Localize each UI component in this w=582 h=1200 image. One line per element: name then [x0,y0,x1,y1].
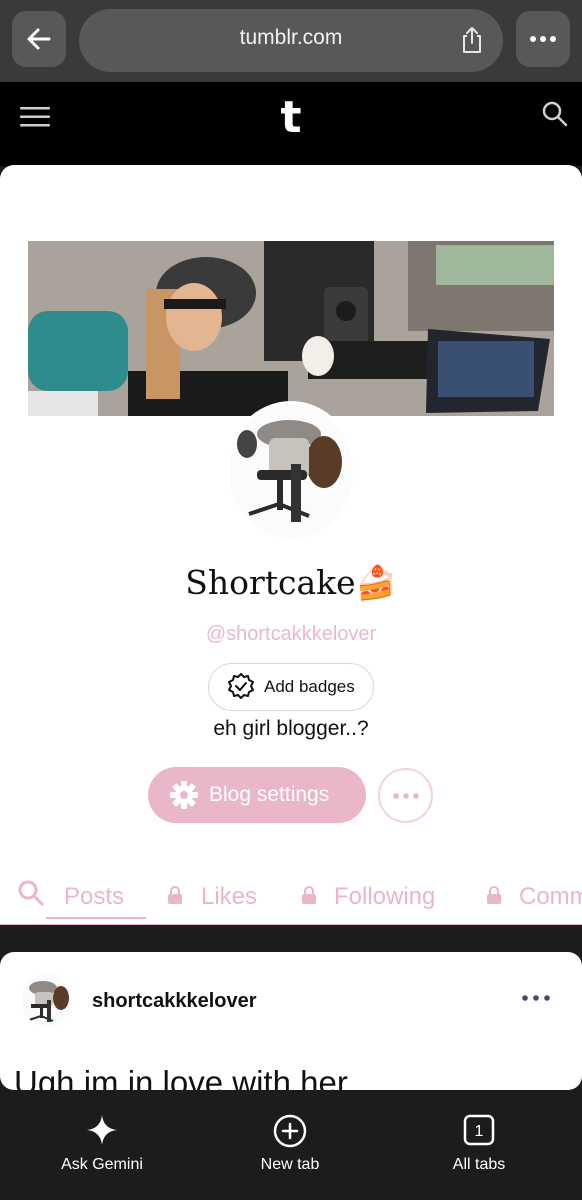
hamburger-menu-icon[interactable] [20,106,50,128]
tab-posts[interactable]: Posts [64,883,124,911]
all-tabs-button[interactable]: 1 All tabs [399,1090,559,1190]
blog-description: eh girl blogger..? [213,717,369,740]
post-author-avatar[interactable] [21,974,73,1026]
blog-settings-button[interactable]: Blog settings [148,767,366,823]
blog-tabs: Posts Likes Following Comm [0,871,582,925]
arrow-left-icon [27,28,51,50]
gear-icon [170,781,198,809]
more-horizontal-icon [530,36,556,42]
new-tab-button[interactable]: New tab [210,1090,370,1190]
ask-gemini-button[interactable]: Ask Gemini [22,1090,182,1190]
tab-likes[interactable]: Likes [201,883,257,911]
badge-icon [228,673,254,699]
lock-icon [487,886,501,904]
plus-circle-icon [273,1114,307,1148]
blog-settings-label: Blog settings [209,783,330,806]
tab-following[interactable]: Following [334,883,435,911]
search-icon[interactable] [541,100,569,128]
header-banner-image [28,241,554,416]
back-button[interactable] [12,11,66,67]
tumblr-header: t [0,82,582,166]
search-icon[interactable] [17,879,45,907]
more-horizontal-icon[interactable] [522,995,550,1001]
browser-toolbar: tumblr.com [0,0,582,82]
lock-icon [168,886,182,904]
post-body-text: Ugh im in love with her [14,1064,348,1090]
more-horizontal-icon [392,792,419,799]
lock-icon [302,886,316,904]
add-badges-button[interactable]: Add badges [208,663,374,711]
tabs-count-icon: 1 [463,1114,495,1146]
blog-handle: @shortcakkkelover [205,623,377,645]
ask-gemini-label: Ask Gemini [61,1156,143,1173]
url-text: tumblr.com [239,26,343,49]
browser-more-button[interactable] [516,11,570,67]
profile-more-button[interactable] [378,768,433,823]
browser-bottom-toolbar: Ask Gemini New tab 1 All tabs [0,1090,582,1200]
active-tab-indicator [46,917,146,919]
post-card: shortcakkkelover Ugh im in love with her [0,952,582,1090]
all-tabs-label: All tabs [452,1156,506,1173]
tab-count-text: 1 [475,1123,484,1140]
share-icon[interactable] [459,25,485,55]
post-author-name[interactable]: shortcakkkelover [92,990,257,1013]
blog-avatar[interactable] [226,401,356,541]
add-badges-label: Add badges [264,677,355,696]
new-tab-label: New tab [260,1156,320,1173]
sparkle-icon [87,1115,117,1145]
tab-community[interactable]: Comm [519,883,582,911]
blog-title: Shortcake🍰 [185,563,397,602]
blog-profile-card: Shortcake🍰 @shortcakkkelover Add badges … [0,165,582,925]
tumblr-logo[interactable]: t [276,92,306,143]
address-bar[interactable]: tumblr.com [79,9,503,72]
